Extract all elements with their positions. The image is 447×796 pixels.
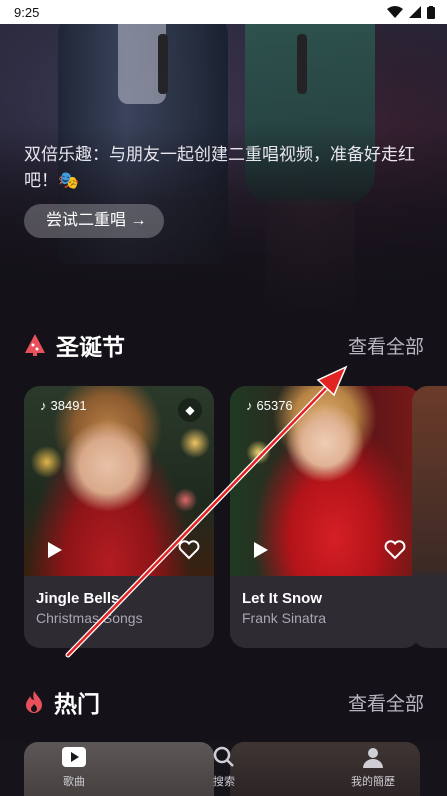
view-all-christmas-link[interactable]: 查看全部 [348,332,424,359]
song-artist: Frank Sinatra [242,610,327,626]
status-icons [387,5,435,19]
bottom-nav: 歌曲 搜索 我的簡歷 [0,742,447,796]
search-icon [213,746,234,767]
hero-description: 双倍乐趣：与朋友一起创建二重唱视频，准备好走红吧！🎭 [24,145,415,190]
song-title: Let It Snow [242,590,322,607]
song-card-info: Let It Snow Frank Sinatra [230,576,420,648]
song-card-peek[interactable] [412,386,447,648]
play-count-value: 65376 [256,398,293,413]
profile-icon [363,748,383,768]
play-count-value: 38491 [50,398,87,413]
hero-banner: 双倍乐趣：与朋友一起创建二重唱视频，准备好走红吧！🎭 尝试二重唱 → [0,24,447,314]
nav-item-profile[interactable]: 我的簡歷 [333,746,413,789]
flame-icon [26,691,42,713]
song-card-info: Jingle Bells Christmas Songs [24,576,214,648]
play-count: ♪ 65376 [246,398,293,413]
try-duet-button[interactable]: 尝试二重唱 → [24,204,165,238]
hot-section-header: 热门 查看全部 [24,687,424,717]
play-count: ♪ 38491 [40,398,87,413]
play-icon[interactable] [48,542,62,558]
music-note-icon: ♪ [246,398,253,413]
premium-gem-icon: ◆ [178,398,202,422]
section-title-hot: 热门 [54,691,100,717]
nav-label-profile: 我的簡歷 [351,776,395,788]
nav-label-songs: 歌曲 [63,776,85,788]
wifi-icon [387,6,403,18]
nav-item-search[interactable]: 搜索 [184,746,264,789]
favorite-heart-icon[interactable] [384,540,406,560]
play-video-icon [62,747,86,767]
nav-label-search: 搜索 [213,776,235,788]
battery-icon [427,5,435,19]
signal-icon [409,6,421,18]
song-title: Jingle Bells [36,590,120,607]
song-card-let-it-snow[interactable]: ♪ 65376 Let It Snow Frank Sinatra [230,386,420,648]
status-time: 9:25 [14,4,40,20]
section-title-christmas: 圣诞节 [56,334,125,360]
song-artist: Christmas Songs [36,610,143,626]
view-all-hot-link[interactable]: 查看全部 [348,689,424,716]
song-card-jingle-bells[interactable]: ♪ 38491 ◆ Jingle Bells Christmas Songs [24,386,214,648]
christmas-section-header: 圣诞节 查看全部 [24,330,424,360]
music-note-icon: ♪ [40,398,47,413]
favorite-heart-icon[interactable] [178,540,200,560]
play-icon[interactable] [254,542,268,558]
christmas-tree-icon [25,334,45,356]
status-bar: 9:25 [0,0,447,24]
nav-item-songs[interactable]: 歌曲 [34,746,114,789]
